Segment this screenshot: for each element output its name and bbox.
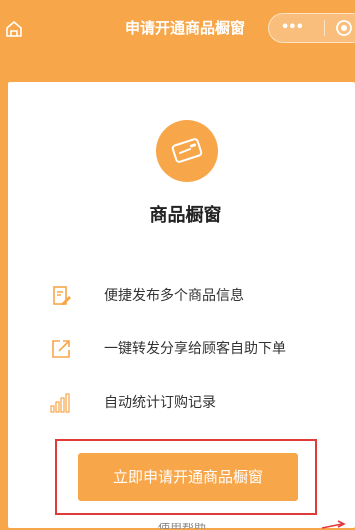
feature-item: 自动统计订购记录	[50, 390, 350, 416]
showcase-badge	[156, 120, 218, 182]
apply-showcase-button[interactable]: 立即申请开通商品橱窗	[78, 453, 298, 501]
mini-program-capsule: •••	[268, 13, 355, 43]
feature-label: 一键转发分享给顾客自助下单	[104, 341, 286, 357]
home-icon[interactable]	[3, 18, 25, 40]
feature-item: 一键转发分享给顾客自助下单	[50, 336, 350, 362]
bar-chart-icon	[50, 392, 72, 414]
annotation-arrow	[321, 520, 346, 529]
capsule-divider	[324, 20, 325, 36]
page-title: 申请开通商品橱窗	[124, 19, 245, 37]
feature-label: 自动统计订购记录	[104, 395, 216, 411]
content-card: 商品橱窗 便捷发布多个商品信息 一键转发分享给顾客自助下单 自动统计订购记录 立…	[8, 82, 355, 529]
card-title: 商品橱窗	[149, 205, 222, 226]
more-menu-button[interactable]: •••	[281, 20, 313, 36]
target-close-icon[interactable]	[335, 19, 353, 37]
feature-item: 便捷发布多个商品信息	[50, 283, 350, 309]
navigation-bar: 申请开通商品橱窗 •••	[0, 0, 355, 62]
help-link[interactable]: 使用帮助	[158, 523, 206, 529]
edit-doc-icon	[50, 285, 72, 307]
card-icon	[171, 138, 203, 163]
share-external-icon	[50, 338, 72, 360]
feature-label: 便捷发布多个商品信息	[104, 288, 244, 304]
